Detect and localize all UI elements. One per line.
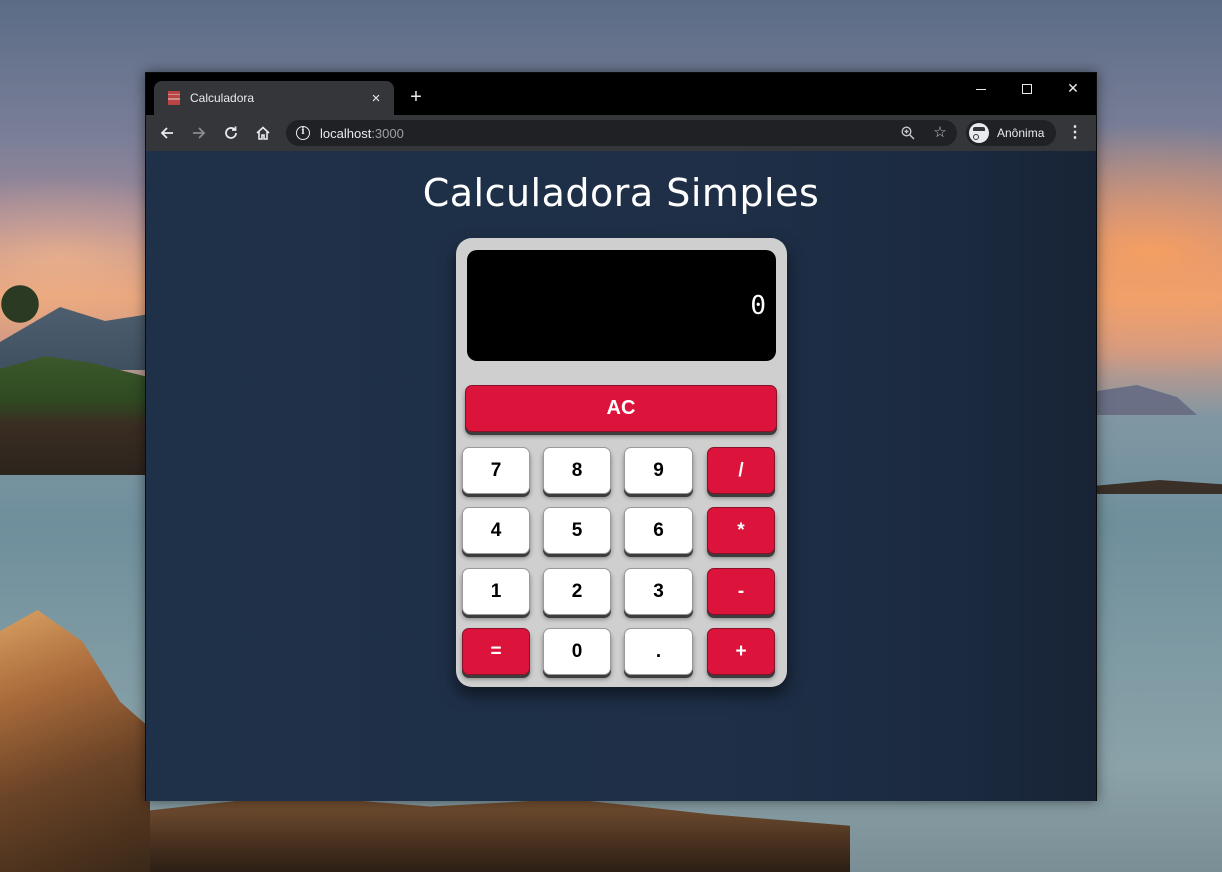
wallpaper-palm	[0, 280, 40, 340]
incognito-icon	[969, 123, 989, 143]
decimal-button[interactable]: .	[624, 628, 693, 675]
tab-calculadora[interactable]: Calculadora ×	[154, 81, 394, 115]
minimize-button[interactable]	[958, 75, 1004, 101]
title-bar: Calculadora × + ✕	[146, 73, 1096, 115]
clear-button[interactable]: AC	[465, 385, 777, 432]
profile-label: Anônima	[997, 126, 1045, 140]
key-7[interactable]: 7	[462, 447, 530, 494]
home-button[interactable]	[250, 120, 276, 146]
maximize-icon	[1022, 84, 1032, 95]
arrow-left-icon	[160, 127, 173, 139]
key-5[interactable]: 5	[543, 507, 611, 554]
divide-button[interactable]: /	[707, 447, 775, 494]
address-bar[interactable]: i localhost:3000 ☆	[286, 120, 957, 146]
add-button[interactable]: +	[707, 628, 775, 675]
key-1[interactable]: 1	[462, 568, 530, 615]
wallpaper-island	[0, 356, 150, 475]
reload-icon	[225, 126, 237, 139]
key-0[interactable]: 0	[543, 628, 611, 675]
url-port: :3000	[371, 125, 404, 141]
reload-button[interactable]	[218, 120, 244, 146]
arrow-right-icon	[193, 127, 206, 139]
maximize-button[interactable]	[1004, 75, 1050, 101]
back-button[interactable]	[154, 120, 180, 146]
close-window-button[interactable]: ✕	[1050, 75, 1096, 101]
tab-close-icon[interactable]: ×	[368, 90, 384, 107]
subtract-button[interactable]: -	[707, 568, 775, 615]
key-9[interactable]: 9	[624, 447, 693, 494]
wallpaper-rocks-left	[0, 610, 150, 872]
multiply-button[interactable]: *	[707, 507, 775, 554]
wallpaper-hill	[1097, 385, 1197, 415]
wallpaper-mountain	[0, 307, 150, 370]
page-title: Calculadora Simples	[422, 171, 820, 215]
calculator-favicon-icon	[168, 91, 180, 105]
calculator-display: 0	[467, 250, 776, 361]
zoom-icon[interactable]	[899, 124, 917, 142]
browser-toolbar: i localhost:3000 ☆ Anônima ⋮	[146, 115, 1096, 151]
browser-window: Calculadora × + ✕ i localhost:3000 ☆ An…	[145, 72, 1097, 801]
profile-button[interactable]: Anônima	[966, 120, 1056, 146]
key-6[interactable]: 6	[624, 507, 693, 554]
url-host: localhost	[320, 125, 372, 141]
wallpaper-rocks-bottom	[150, 795, 850, 872]
key-8[interactable]: 8	[543, 447, 611, 494]
equals-button[interactable]: =	[462, 628, 530, 675]
star-icon[interactable]: ☆	[931, 124, 949, 142]
home-icon	[256, 126, 270, 140]
page-viewport: Calculadora Simples 0 AC 7 8 9 / 4 5 6 *…	[146, 151, 1096, 801]
minimize-icon	[976, 88, 986, 90]
tab-title: Calculadora	[190, 91, 255, 105]
new-tab-button[interactable]: +	[404, 85, 428, 109]
forward-button[interactable]	[186, 120, 212, 146]
key-2[interactable]: 2	[543, 568, 611, 615]
kebab-menu-icon[interactable]: ⋮	[1064, 120, 1086, 146]
info-icon[interactable]: i	[296, 126, 310, 140]
key-4[interactable]: 4	[462, 507, 530, 554]
key-3[interactable]: 3	[624, 568, 693, 615]
calculator: 0 AC 7 8 9 / 4 5 6 * 1 2 3 - = 0 . +	[456, 238, 787, 687]
wallpaper-rocks-right	[1097, 480, 1222, 494]
